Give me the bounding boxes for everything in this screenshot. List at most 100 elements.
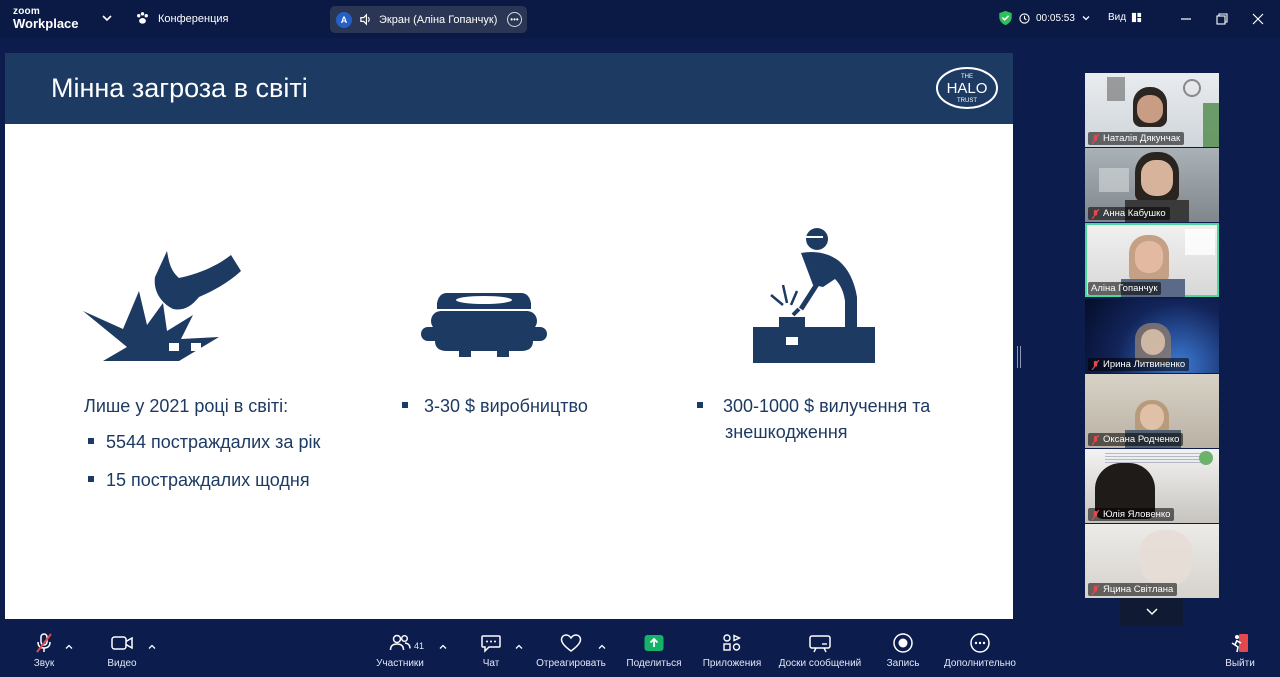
audio-label: Звук [33,658,55,669]
more-button[interactable]: Дополнительно [940,628,1020,677]
participants-button[interactable]: Участники [372,628,428,677]
participant-name-text: Юлія Яловенко [1103,509,1171,520]
whiteboards-label: Доски сообщений [778,658,862,669]
chevron-down-icon[interactable] [100,11,114,25]
participant-gallery: Наталія Дякунчак Анна Кабушко Аліна Гопа… [1085,73,1219,598]
share-screen-icon [644,635,664,651]
col3-bullet: 300-1000 $ вилучення та [697,393,930,419]
participants-icon [389,634,411,651]
speaker-icon [360,13,370,26]
mic-muted-icon [1091,509,1100,520]
svg-text:HALO: HALO [947,80,988,97]
participant-name: Аліна Гопанчук [1088,282,1162,295]
react-button[interactable]: Отреагировать [534,628,608,677]
participant-name: Яцина Світлана [1088,583,1178,596]
view-label: Вид [1108,12,1127,23]
video-tile-active-speaker[interactable]: Аліна Гопанчук [1085,223,1219,297]
react-label: Отреагировать [536,658,606,669]
resize-handle[interactable] [1017,346,1021,368]
share-label: Экран (Аліна Гопанчук) [379,13,498,26]
view-button[interactable]: Вид [1100,10,1151,25]
col3-bullet-continuation: знешкодження [725,422,848,442]
mic-muted-icon [1091,208,1100,219]
video-button[interactable]: Видео [104,628,140,677]
whiteboards-button[interactable]: Доски сообщений [774,628,866,677]
mic-muted-icon [1091,359,1100,370]
participant-name-text: Ирина Литвиненко [1103,359,1186,370]
bullet-icon [88,438,94,445]
share-more-icon[interactable]: ••• [507,12,522,27]
chevron-down-icon [1145,608,1158,616]
share-screen-button[interactable]: Поделиться [624,628,684,677]
participants-label: Участники [376,658,424,669]
record-label: Запись [886,658,920,669]
bullet-icon [402,402,408,409]
gallery-scroll-down-button[interactable] [1120,598,1183,626]
col1-bullet: 5544 постраждалих за рік [88,429,320,455]
meeting-info-button[interactable]: Конференция [135,11,228,26]
presenter-avatar: A [336,11,352,28]
shared-screen[interactable]: Мінна загроза в світі THE HALO TRUST Лиш… [5,53,1013,619]
video-tile[interactable]: Юлія Яловенко [1085,449,1219,523]
bullet-text: 300-1000 $ вилучення та [723,396,931,416]
bullet-text: 15 постраждалих щодня [106,470,310,490]
leave-button[interactable]: Выйти [1222,628,1258,677]
bullet-icon [88,476,94,483]
chevron-up-icon[interactable] [597,642,607,652]
close-icon[interactable] [1248,9,1268,29]
more-icon [970,633,990,653]
video-tile[interactable]: Яцина Світлана [1085,524,1219,598]
participant-name: Наталія Дякунчак [1088,132,1185,145]
title-bar: zoom Workplace Конференция A Экран (Алін… [0,0,1280,38]
restore-icon[interactable] [1212,9,1232,29]
chat-button[interactable]: Чат [476,628,506,677]
video-tile[interactable]: Оксана Родченко [1085,374,1219,448]
deminer-icon [753,228,875,363]
chevron-up-icon[interactable] [438,642,448,652]
chat-label: Чат [482,658,500,669]
apps-button[interactable]: Приложения [700,628,764,677]
record-button[interactable]: Запись [882,628,924,677]
mic-muted-icon [36,633,52,653]
landmine-icon [421,293,547,357]
shield-check-icon [999,10,1012,26]
clock-icon [1019,12,1030,24]
video-label: Видео [107,658,137,669]
bullet-text: 3-30 $ виробництво [424,396,588,416]
mic-muted-icon [1091,133,1100,144]
video-tile[interactable]: Анна Кабушко [1085,148,1219,222]
record-icon [893,633,913,653]
slide-title: Мінна загроза в світі [51,73,308,103]
chevron-up-icon[interactable] [147,642,157,652]
meeting-toolbar: Звук Видео Участники 41 Чат Отреагироват… [0,628,1280,677]
participant-name: Ирина Литвиненко [1088,358,1190,371]
chevron-up-icon[interactable] [514,642,524,652]
audio-button[interactable]: Звук [28,628,60,677]
mic-muted-icon [1091,584,1100,595]
col2-bullet: 3-30 $ виробництво [402,393,588,419]
participant-name: Оксана Родченко [1088,433,1184,446]
halo-trust-logo: THE HALO TRUST [936,67,998,109]
grid-view-icon [1132,12,1142,23]
video-tile[interactable]: Наталія Дякунчак [1085,73,1219,147]
participant-name-text: Аліна Гопанчук [1091,283,1158,294]
video-tile[interactable]: Ирина Литвиненко [1085,299,1219,373]
participant-name-text: Оксана Родченко [1103,434,1180,445]
meeting-timer[interactable]: 00:05:53 [998,10,1091,26]
video-camera-icon [111,636,133,650]
col1-bullet: 15 постраждалих щодня [88,467,310,493]
share-label: Поделиться [626,658,682,669]
apps-icon [723,634,742,651]
minimize-icon[interactable] [1176,9,1196,29]
chevron-up-icon[interactable] [64,642,74,652]
bullet-text: 5544 постраждалих за рік [106,432,321,452]
slide-header: Мінна загроза в світі THE HALO TRUST [5,53,1013,124]
screen-share-indicator[interactable]: A Экран (Аліна Гопанчук) ••• [330,6,527,33]
paw-icon [137,12,148,24]
bullet-icon [697,402,703,409]
more-label: Дополнительно [944,658,1016,669]
chat-icon [481,635,501,653]
participant-name-text: Наталія Дякунчак [1103,133,1181,144]
leave-label: Выйти [1225,658,1255,669]
meeting-title: Конференция [158,12,229,25]
